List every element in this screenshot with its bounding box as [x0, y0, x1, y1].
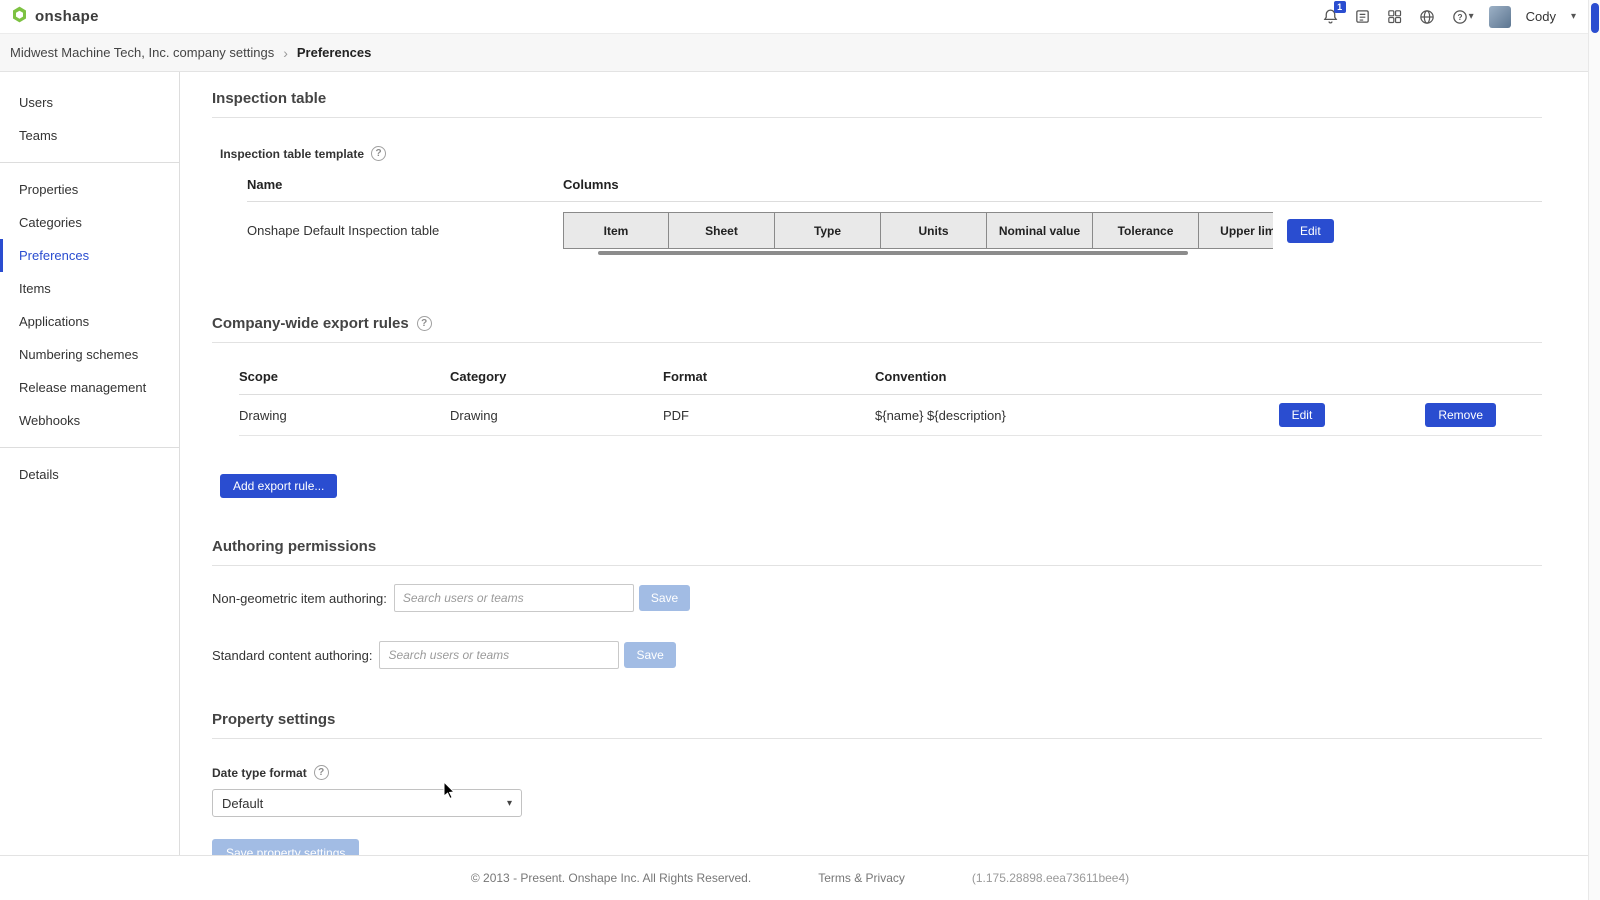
- globe-icon[interactable]: [1418, 8, 1436, 26]
- sidebar-item-release-management[interactable]: Release management: [0, 371, 179, 404]
- export-rule-category: Drawing: [450, 408, 663, 423]
- inspection-edit-button[interactable]: Edit: [1287, 219, 1334, 243]
- sidebar-item-numbering-schemes[interactable]: Numbering schemes: [0, 338, 179, 371]
- sidebar-item-applications[interactable]: Applications: [0, 305, 179, 338]
- news-icon[interactable]: [1354, 8, 1371, 25]
- help-caret-icon: ▾: [1469, 11, 1474, 22]
- date-type-format-value: Default: [222, 796, 263, 811]
- sidebar-divider: [0, 162, 179, 163]
- section-divider: [212, 738, 1542, 739]
- inspection-template-name: Onshape Default Inspection table: [247, 223, 563, 238]
- notifications-bell-icon[interactable]: 1: [1322, 8, 1339, 25]
- section-divider: [212, 342, 1542, 343]
- inspection-table-heading: Inspection table: [212, 90, 1542, 107]
- sidebar-item-teams[interactable]: Teams: [0, 119, 179, 152]
- add-export-rule-button[interactable]: Add export rule...: [220, 474, 337, 498]
- export-rules-header-row: Scope Category Format Convention: [239, 369, 1542, 395]
- authoring-permissions-heading: Authoring permissions: [212, 538, 1542, 555]
- inspection-template-label: Inspection table template: [220, 147, 364, 161]
- footer-copyright: © 2013 - Present. Onshape Inc. All Right…: [471, 871, 751, 885]
- breadcrumb: Midwest Machine Tech, Inc. company setti…: [0, 34, 1600, 72]
- preferences-content: Inspection table Inspection table templa…: [180, 72, 1600, 855]
- sidebar-item-details[interactable]: Details: [0, 458, 179, 491]
- onshape-logo[interactable]: onshape: [10, 5, 99, 29]
- preview-col-type: Type: [775, 212, 881, 249]
- standard-content-authoring-label: Standard content authoring:: [212, 648, 372, 663]
- inspection-col-name: Name: [247, 177, 563, 192]
- inspection-table-header-row: Name Columns: [247, 177, 1542, 202]
- table-row: Onshape Default Inspection table Item Sh…: [247, 212, 1542, 249]
- preview-col-item: Item: [563, 212, 669, 249]
- export-rule-edit-button[interactable]: Edit: [1279, 403, 1326, 427]
- property-settings-heading: Property settings: [212, 711, 1542, 728]
- date-type-format-dropdown[interactable]: Default ▾: [212, 789, 522, 817]
- sidebar-item-items[interactable]: Items: [0, 272, 179, 305]
- sidebar-item-users[interactable]: Users: [0, 86, 179, 119]
- vertical-scrollbar[interactable]: [1588, 0, 1600, 900]
- top-bar: onshape 1 ? ▾ Cody ▾: [0, 0, 1600, 34]
- breadcrumb-current-page: Preferences: [297, 45, 371, 60]
- preview-col-upper-limit: Upper limit: [1199, 212, 1273, 249]
- standard-content-authoring-save-button[interactable]: Save: [624, 642, 675, 668]
- sidebar-item-webhooks[interactable]: Webhooks: [0, 404, 179, 437]
- preview-col-nominal-value: Nominal value: [987, 212, 1093, 249]
- user-menu[interactable]: [1489, 6, 1511, 28]
- onshape-logo-icon: [10, 5, 29, 29]
- sidebar-item-preferences[interactable]: Preferences: [0, 239, 179, 272]
- export-col-category: Category: [450, 369, 663, 384]
- sidebar-item-categories[interactable]: Categories: [0, 206, 179, 239]
- preview-col-tolerance: Tolerance: [1093, 212, 1199, 249]
- preview-col-sheet: Sheet: [669, 212, 775, 249]
- dropdown-caret-icon: ▾: [507, 798, 512, 809]
- non-geometric-authoring-input[interactable]: [394, 584, 634, 612]
- preview-col-units: Units: [881, 212, 987, 249]
- date-type-format-label: Date type format: [212, 766, 307, 780]
- export-rule-format: PDF: [663, 408, 875, 423]
- sidebar-item-properties[interactable]: Properties: [0, 173, 179, 206]
- inspection-columns-preview[interactable]: Item Sheet Type Units Nominal value Tole…: [563, 212, 1273, 249]
- export-rules-help-icon[interactable]: ?: [417, 316, 432, 331]
- onshape-wordmark: onshape: [35, 8, 99, 25]
- export-rules-heading: Company-wide export rules: [212, 315, 409, 332]
- non-geometric-authoring-label: Non-geometric item authoring:: [212, 591, 387, 606]
- export-rule-scope: Drawing: [239, 408, 450, 423]
- export-col-scope: Scope: [239, 369, 450, 384]
- export-rule-convention: ${name} ${description}: [875, 408, 1279, 423]
- page-footer: © 2013 - Present. Onshape Inc. All Right…: [0, 855, 1600, 900]
- breadcrumb-chevron-icon: ›: [283, 45, 288, 61]
- sidebar-divider: [0, 447, 179, 448]
- date-type-format-help-icon[interactable]: ?: [314, 765, 329, 780]
- footer-version: (1.175.28898.eea73611bee4): [972, 871, 1129, 885]
- section-divider: [212, 117, 1542, 118]
- topbar-actions: 1 ? ▾ Cody ▾: [1322, 6, 1576, 28]
- settings-sidebar: Users Teams Properties Categories Prefer…: [0, 72, 180, 855]
- preview-horizontal-scrollbar[interactable]: [598, 251, 1188, 255]
- table-row: Drawing Drawing PDF ${name} ${descriptio…: [239, 395, 1542, 436]
- export-col-convention: Convention: [875, 369, 1542, 384]
- notification-badge: 1: [1334, 1, 1346, 13]
- export-rule-remove-button[interactable]: Remove: [1425, 403, 1496, 427]
- user-menu-caret-icon[interactable]: ▾: [1571, 11, 1576, 22]
- user-name[interactable]: Cody: [1526, 9, 1556, 24]
- save-property-settings-button[interactable]: Save property settings: [212, 839, 359, 855]
- svg-text:?: ?: [1457, 13, 1462, 22]
- export-col-format: Format: [663, 369, 875, 384]
- section-divider: [212, 565, 1542, 566]
- scrollbar-thumb[interactable]: [1591, 3, 1599, 33]
- standard-content-authoring-input[interactable]: [379, 641, 619, 669]
- non-geometric-authoring-row: Non-geometric item authoring: Save: [212, 584, 1542, 612]
- non-geometric-authoring-save-button[interactable]: Save: [639, 585, 690, 611]
- footer-terms-privacy-link[interactable]: Terms & Privacy: [818, 871, 905, 885]
- app-store-grid-icon[interactable]: [1386, 8, 1403, 25]
- standard-content-authoring-row: Standard content authoring: Save: [212, 641, 1542, 669]
- inspection-template-help-icon[interactable]: ?: [371, 146, 386, 161]
- breadcrumb-company-settings[interactable]: Midwest Machine Tech, Inc. company setti…: [10, 45, 274, 60]
- avatar: [1489, 6, 1511, 28]
- help-menu[interactable]: ? ▾: [1451, 8, 1474, 26]
- inspection-col-columns: Columns: [563, 177, 619, 192]
